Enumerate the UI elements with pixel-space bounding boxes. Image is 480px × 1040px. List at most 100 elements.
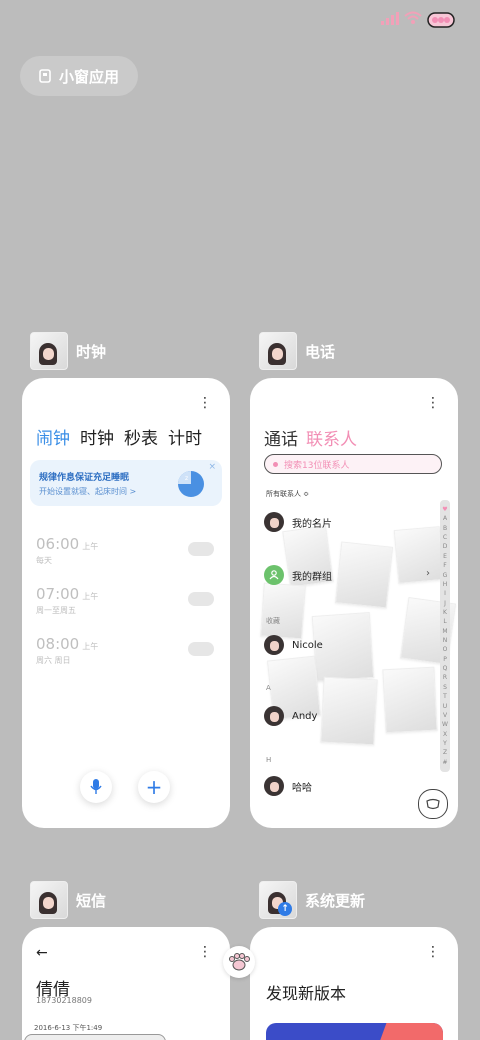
clock-app-title: 时钟 bbox=[76, 342, 107, 361]
index-letter[interactable]: Y bbox=[443, 740, 447, 747]
alphabet-index-bar[interactable]: ♥ A B C D E F G H I J K L M N O P Q R S T U V W X Y Z # bbox=[440, 500, 450, 772]
dial-pad-button[interactable] bbox=[418, 789, 448, 819]
contact-name: Andy bbox=[292, 710, 318, 722]
add-alarm-button[interactable]: + bbox=[138, 771, 170, 803]
message-date: 2016-6-13 下午1:49 bbox=[34, 1024, 103, 1032]
index-letter[interactable]: X bbox=[443, 731, 447, 738]
tab-stopwatch[interactable]: 秒表 bbox=[124, 424, 158, 449]
index-letter[interactable]: O bbox=[443, 646, 448, 653]
update-banner-image bbox=[266, 1023, 443, 1040]
update-arrow-icon: ↑ bbox=[278, 902, 292, 916]
index-letter[interactable]: ♥ bbox=[442, 506, 447, 513]
update-card[interactable]: ⋮ 发现新版本 bbox=[250, 927, 458, 1040]
banner-subtitle: 开始设置就寝、起床时间 > bbox=[39, 487, 137, 496]
index-letter[interactable]: W bbox=[442, 721, 448, 728]
alarm-time: 08:00 bbox=[36, 635, 80, 653]
sms-card[interactable]: ← ⋮ 倩倩 18730218809 2016-6-13 下午1:49 bbox=[22, 927, 230, 1040]
more-options-icon[interactable]: ⋮ bbox=[198, 396, 212, 410]
tab-contacts[interactable]: 联系人 bbox=[306, 425, 357, 450]
index-letter[interactable]: Q bbox=[443, 665, 448, 672]
index-letter[interactable]: P bbox=[443, 656, 447, 663]
contact-name: Nicole bbox=[292, 639, 323, 651]
alarm-repeat: 每天 bbox=[36, 556, 52, 565]
sleep-moon-icon: z bbox=[178, 471, 204, 497]
collage-photo bbox=[393, 526, 445, 584]
sleep-banner[interactable]: 规律作息保证充足睡眠 开始设置就寝、起床时间 > z × bbox=[30, 460, 222, 506]
index-letter[interactable]: # bbox=[442, 759, 447, 766]
wifi-icon bbox=[404, 11, 422, 24]
alarm-toggle[interactable] bbox=[188, 642, 214, 656]
more-options-icon[interactable]: ⋮ bbox=[426, 396, 440, 410]
contact-name: 哈哈 bbox=[292, 782, 312, 794]
more-options-icon[interactable]: ⋮ bbox=[426, 945, 440, 959]
signal-icon bbox=[381, 12, 399, 25]
alarm-toggle[interactable] bbox=[188, 542, 214, 556]
index-letter[interactable]: T bbox=[443, 693, 447, 700]
index-letter[interactable]: J bbox=[444, 600, 446, 607]
index-letter[interactable]: L bbox=[443, 618, 446, 625]
update-app-title: 系统更新 bbox=[305, 891, 366, 910]
avatar bbox=[264, 512, 284, 532]
index-letter[interactable]: E bbox=[443, 553, 447, 560]
tab-alarm[interactable]: 闹钟 bbox=[36, 424, 70, 449]
section-header: 收藏 bbox=[266, 617, 280, 625]
phone-app-icon bbox=[259, 332, 297, 370]
banner-close-icon[interactable]: × bbox=[208, 462, 216, 472]
my-groups-label: 我的群组 bbox=[292, 571, 332, 583]
phone-card[interactable]: ⋮ 通话 联系人 搜索13位联系人 所有联系人 ≎ 我的名片 我的群组 › 收藏… bbox=[250, 378, 458, 828]
index-letter[interactable]: D bbox=[443, 543, 448, 550]
window-icon bbox=[39, 69, 51, 83]
index-letter[interactable]: V bbox=[443, 712, 447, 719]
collage-photo bbox=[260, 582, 306, 640]
collage-photo bbox=[320, 676, 378, 746]
update-app-icon: ↑ bbox=[259, 881, 297, 919]
sms-app-title: 短信 bbox=[76, 891, 107, 910]
index-letter[interactable]: I bbox=[444, 590, 446, 597]
battery-icon bbox=[427, 12, 455, 28]
dial-pad-icon bbox=[426, 798, 440, 810]
avatar bbox=[264, 776, 284, 796]
alarm-toggle[interactable] bbox=[188, 592, 214, 606]
my-card-label: 我的名片 bbox=[292, 518, 332, 530]
tab-timer[interactable]: 计时 bbox=[168, 424, 202, 449]
paw-float-button[interactable] bbox=[223, 946, 255, 978]
index-letter[interactable]: K bbox=[443, 609, 447, 616]
collage-photo bbox=[334, 541, 394, 609]
index-letter[interactable]: N bbox=[443, 637, 448, 644]
contact-filter[interactable]: 所有联系人 ≎ bbox=[266, 489, 309, 499]
contact-row[interactable]: 哈哈 bbox=[264, 776, 312, 796]
alarm-item[interactable]: 06:00 上午 每天 bbox=[36, 534, 98, 566]
paw-icon bbox=[229, 953, 250, 971]
index-letter[interactable]: S bbox=[443, 684, 447, 691]
index-letter[interactable]: A bbox=[443, 515, 447, 522]
clock-card[interactable]: ⋮ 闹钟 时钟 秒表 计时 规律作息保证充足睡眠 开始设置就寝、起床时间 > z… bbox=[22, 378, 230, 828]
floating-window-button[interactable]: 小窗应用 bbox=[20, 56, 138, 96]
alarm-time: 06:00 bbox=[36, 535, 80, 553]
status-bar bbox=[0, 0, 480, 40]
index-letter[interactable]: H bbox=[443, 581, 448, 588]
my-card-row[interactable]: 我的名片 bbox=[264, 512, 332, 532]
index-letter[interactable]: F bbox=[443, 562, 446, 569]
index-letter[interactable]: U bbox=[443, 703, 447, 710]
contact-row[interactable]: Nicole bbox=[264, 635, 323, 655]
tab-calls[interactable]: 通话 bbox=[264, 425, 298, 450]
index-letter[interactable]: C bbox=[443, 534, 447, 541]
chevron-right-icon: › bbox=[426, 568, 430, 579]
contact-search-input[interactable]: 搜索13位联系人 bbox=[264, 454, 442, 474]
alarm-item[interactable]: 08:00 上午 周六 周日 bbox=[36, 634, 98, 666]
index-letter[interactable]: M bbox=[442, 628, 447, 635]
tab-clock[interactable]: 时钟 bbox=[80, 424, 114, 449]
voice-alarm-button[interactable] bbox=[80, 771, 112, 803]
index-letter[interactable]: R bbox=[443, 674, 447, 681]
index-letter[interactable]: B bbox=[443, 525, 447, 532]
index-letter[interactable]: G bbox=[443, 572, 448, 579]
more-options-icon[interactable]: ⋮ bbox=[198, 945, 212, 959]
alarm-item[interactable]: 07:00 上午 周一至周五 bbox=[36, 584, 98, 616]
index-letter[interactable]: Z bbox=[443, 749, 447, 756]
my-groups-row[interactable]: 我的群组 bbox=[264, 565, 332, 585]
contact-row[interactable]: Andy bbox=[264, 706, 317, 726]
svg-text:z: z bbox=[185, 475, 188, 482]
back-arrow-icon[interactable]: ← bbox=[36, 945, 48, 961]
search-placeholder: 搜索13位联系人 bbox=[284, 460, 350, 471]
message-bubble bbox=[24, 1034, 166, 1040]
